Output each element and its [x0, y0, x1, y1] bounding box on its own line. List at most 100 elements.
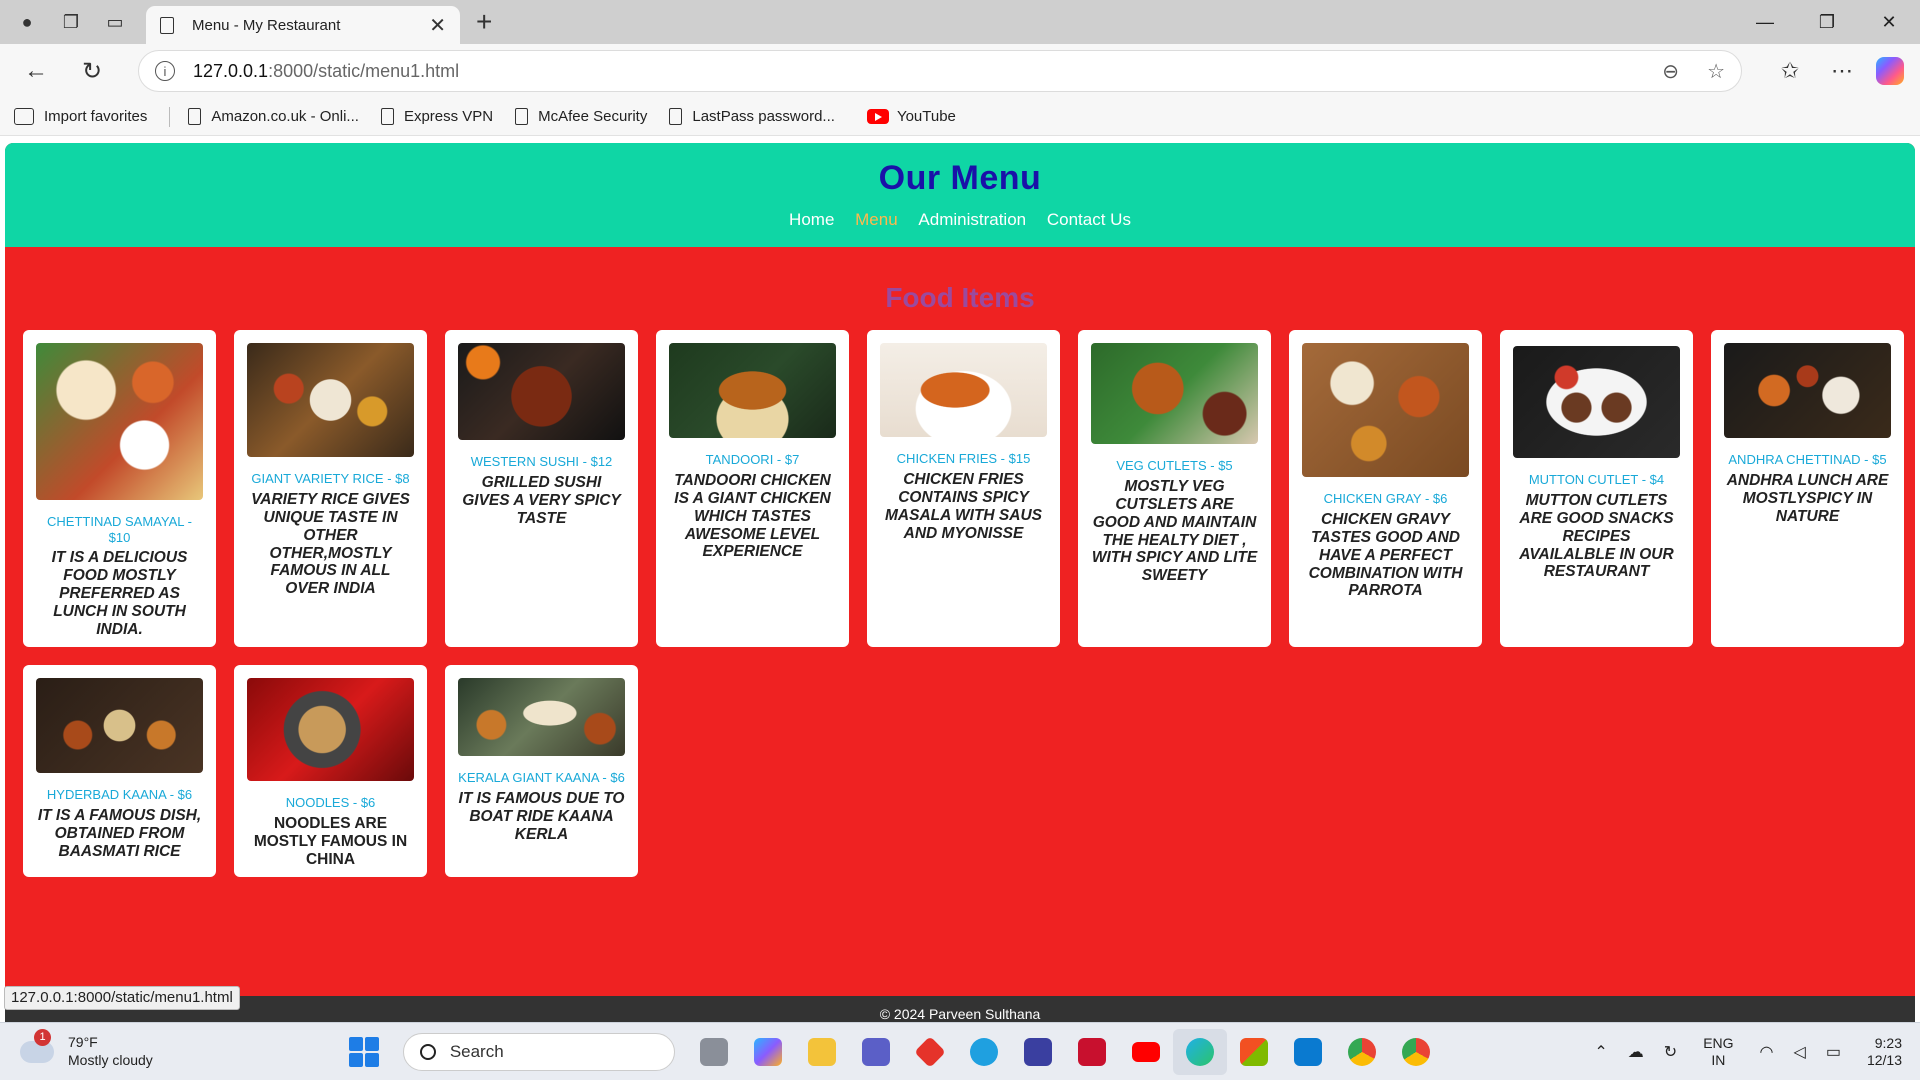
food-image	[458, 678, 625, 756]
profile-icon[interactable]: ●	[10, 5, 44, 39]
favorite-youtube[interactable]: YouTube	[866, 108, 956, 125]
item-description: CHICKEN FRIES CONTAINS SPICY MASALA WITH…	[885, 470, 1042, 542]
clock[interactable]: 9:23 12/13	[1867, 1035, 1902, 1070]
menu-card: HYDERBAD KAANA - $6 IT IS A FAMOUS DISH,…	[23, 665, 216, 877]
favorite-lastpass[interactable]: LastPass password...	[669, 108, 835, 125]
nav-administration[interactable]: Administration	[918, 210, 1026, 229]
close-tab-icon[interactable]: ✕	[429, 13, 446, 38]
menu-card: VEG CUTLETS - $5 MOSTLY VEG CUTSLETS ARE…	[1078, 330, 1271, 647]
restore-icon[interactable]: ❐	[1796, 0, 1858, 44]
page-title: Our Menu	[878, 159, 1042, 197]
item-description: MOSTLY VEG CUTSLETS ARE GOOD AND MAINTAI…	[1091, 477, 1258, 585]
volume-icon[interactable]: ◁	[1794, 1042, 1806, 1062]
teams-icon[interactable]	[849, 1029, 903, 1075]
nav-menu[interactable]: Menu	[855, 210, 898, 229]
onedrive-icon[interactable]: ☁	[1628, 1042, 1644, 1062]
browser-tab[interactable]: Menu - My Restaurant ✕	[146, 6, 460, 44]
copilot-app-icon[interactable]	[741, 1029, 795, 1075]
item-description: GRILLED SUSHI GIVES A VERY SPICY TASTE	[462, 473, 621, 527]
favorite-label: McAfee Security	[538, 108, 648, 125]
battery-icon[interactable]: ▭	[1826, 1042, 1841, 1062]
favorite-expressvpn[interactable]: Express VPN	[380, 108, 494, 125]
back-arrow-icon[interactable]: ←	[16, 51, 56, 91]
item-name: ANDHRA CHETTINAD - $5	[1728, 452, 1887, 467]
youtube-app-icon[interactable]	[1119, 1029, 1173, 1075]
windows-taskbar: 1 79°F Mostly cloudy Search ⌃ ☁ ↻ ENG IN	[0, 1022, 1920, 1080]
item-description: VARIETY RICE GIVES UNIQUE TASTE IN OTHER…	[251, 490, 410, 598]
task-view-icon[interactable]	[687, 1029, 741, 1075]
youtube-icon	[866, 109, 889, 124]
favorites-bar: Import favorites Amazon.co.uk - Onli... …	[0, 98, 1920, 136]
menu-card: CHICKEN FRIES - $15 CHICKEN FRIES CONTAI…	[867, 330, 1060, 647]
food-image	[1513, 346, 1680, 458]
edge-icon[interactable]	[1172, 1028, 1227, 1075]
page-icon	[669, 108, 683, 125]
section-title: Food Items	[885, 282, 1035, 313]
search-placeholder: Search	[449, 1041, 504, 1061]
time: 9:23	[1874, 1034, 1902, 1051]
start-button[interactable]	[348, 1036, 379, 1067]
favorites-list-icon[interactable]: ✩	[1764, 58, 1816, 84]
url-path: :8000/static/menu1.html	[268, 60, 460, 81]
language-indicator[interactable]: ENG IN	[1703, 1035, 1733, 1070]
media-app-icon[interactable]	[1011, 1029, 1065, 1075]
menu-card: CHETTINAD SAMAYAL - $10 IT IS A DELICIOU…	[23, 330, 216, 647]
menu-card: KERALA GIANT KAANA - $6 IT IS FAMOUS DUE…	[445, 665, 638, 877]
diamond-app-icon[interactable]	[903, 1029, 957, 1075]
item-name: CHETTINAD SAMAYAL - $10	[47, 514, 192, 545]
nav-contact-us[interactable]: Contact Us	[1047, 210, 1131, 229]
address-bar[interactable]: i 127.0.0.1:8000/static/menu1.html ⊖ ☆	[138, 50, 1742, 92]
favorite-mcafee[interactable]: McAfee Security	[515, 108, 647, 125]
import-icon	[14, 108, 34, 125]
favorite-label: Import favorites	[44, 108, 148, 125]
favorite-amazon[interactable]: Amazon.co.uk - Onli...	[188, 108, 359, 125]
favorite-import[interactable]: Import favorites	[14, 108, 147, 125]
chrome-profile-icon[interactable]	[1389, 1029, 1443, 1075]
minimize-icon[interactable]: —	[1734, 0, 1796, 44]
item-name: MUTTON CUTLET - $4	[1528, 472, 1665, 487]
site-nav: Home Menu Administration Contact Us	[5, 210, 1915, 230]
chevron-up-icon[interactable]: ⌃	[1594, 1042, 1607, 1062]
item-name: CHICKEN FRIES - $15	[896, 451, 1031, 466]
item-description: IT IS FAMOUS DUE TO BOAT RIDE KAANA KERL…	[458, 789, 625, 843]
chrome-icon[interactable]	[1335, 1029, 1389, 1075]
item-description: NOODLES ARE MOSTLY FAMOUS IN CHINA	[253, 814, 408, 868]
file-explorer-icon[interactable]	[795, 1029, 849, 1075]
more-options-icon[interactable]: ⋯	[1816, 58, 1868, 84]
wifi-icon[interactable]: ◠	[1760, 1042, 1774, 1062]
favorite-label: Amazon.co.uk - Onli...	[211, 108, 359, 125]
food-image	[36, 678, 203, 773]
item-name: TANDOORI - $7	[705, 452, 800, 467]
item-name: KERALA GIANT KAANA - $6	[458, 770, 625, 785]
copilot-icon[interactable]	[1876, 57, 1904, 85]
zoom-out-icon[interactable]: ⊖	[1662, 59, 1679, 84]
nav-home[interactable]: Home	[789, 210, 834, 229]
region-code: IN	[1711, 1052, 1726, 1068]
item-name: WESTERN SUSHI - $12	[470, 454, 613, 469]
store-icon[interactable]	[1227, 1029, 1281, 1075]
taskbar-search[interactable]: Search	[402, 1032, 675, 1071]
menu-card: GIANT VARIETY RICE - $8 VARIETY RICE GIV…	[234, 330, 427, 647]
menu-card: CHICKEN GRAY - $6 CHICKEN GRAVY TASTES G…	[1289, 330, 1482, 647]
close-window-icon[interactable]: ✕	[1858, 0, 1920, 44]
vscode-icon[interactable]	[1281, 1029, 1335, 1075]
address-toolbar: ← ↻ i 127.0.0.1:8000/static/menu1.html ⊖…	[0, 44, 1920, 98]
mcafee-icon[interactable]	[1065, 1029, 1119, 1075]
tab-actions-icon[interactable]: ▭	[98, 5, 132, 39]
favorite-star-icon[interactable]: ☆	[1707, 59, 1725, 84]
item-name: NOODLES - $6	[285, 795, 376, 810]
notification-badge: 1	[34, 1028, 51, 1046]
tips-icon[interactable]	[957, 1029, 1011, 1075]
food-image	[247, 343, 414, 457]
workspaces-icon[interactable]: ❐	[54, 5, 88, 39]
weather-condition: Mostly cloudy	[68, 1051, 153, 1068]
favorite-label: Express VPN	[403, 108, 494, 125]
weather-widget[interactable]: 1 79°F Mostly cloudy	[20, 1028, 153, 1069]
item-name: CHICKEN GRAY - $6	[1323, 491, 1448, 506]
item-name: VEG CUTLETS - $5	[1116, 458, 1233, 473]
page-icon	[380, 108, 394, 125]
sync-icon[interactable]: ↻	[1664, 1042, 1677, 1062]
new-tab-button[interactable]: +	[476, 6, 492, 38]
site-info-icon[interactable]: i	[155, 61, 175, 81]
reload-icon[interactable]: ↻	[72, 51, 112, 91]
